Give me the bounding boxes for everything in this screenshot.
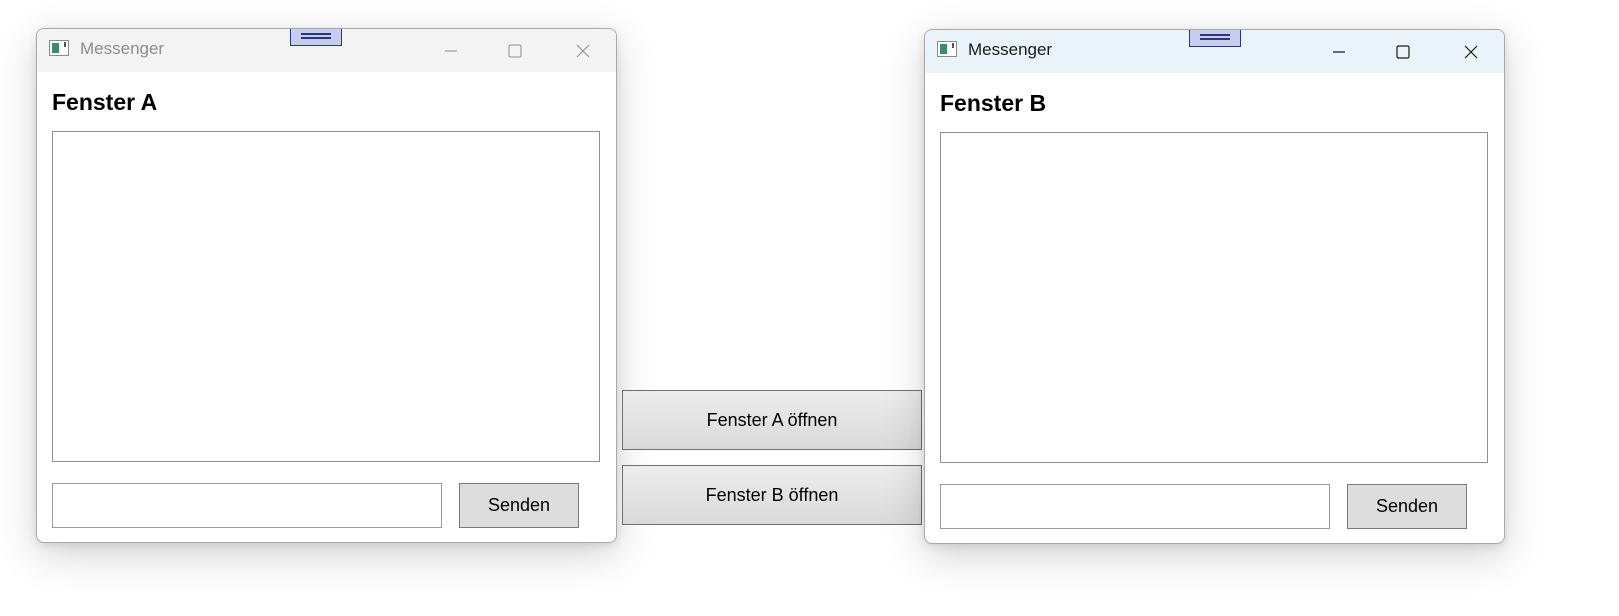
open-window-b-button[interactable]: Fenster B öffnen [622,465,922,525]
send-button[interactable]: Senden [1347,484,1467,529]
close-icon [576,44,590,57]
close-icon [1464,45,1478,58]
messenger-window-b[interactable]: Messenger Fenster B Senden [924,29,1505,544]
message-input[interactable] [52,483,442,528]
window-heading: Fenster A [52,89,158,115]
message-log[interactable] [940,132,1488,463]
open-window-a-button[interactable]: Fenster A öffnen [622,390,922,450]
drag-handle-icon[interactable] [1189,30,1241,47]
window-heading: Fenster B [940,90,1047,116]
messenger-window-a[interactable]: Messenger Fenster A Senden [36,28,617,543]
title-bar[interactable]: Messenger [925,30,1504,73]
maximize-button[interactable] [1380,30,1426,73]
window-title: Messenger [968,40,1053,59]
minimize-icon [1333,50,1345,53]
maximize-icon [508,44,522,57]
minimize-button[interactable] [1316,30,1362,73]
send-button[interactable]: Senden [459,483,579,528]
minimize-icon [445,50,457,51]
message-input[interactable] [940,484,1330,529]
maximize-button[interactable] [492,29,538,72]
app-icon [49,40,69,56]
title-bar[interactable]: Messenger [37,29,616,72]
window-title: Messenger [80,39,165,58]
minimize-button[interactable] [428,29,474,72]
close-button[interactable] [560,29,606,72]
drag-handle-icon[interactable] [290,29,342,46]
app-icon [937,41,957,57]
close-button[interactable] [1448,30,1494,73]
maximize-icon [1396,44,1410,59]
message-log[interactable] [52,131,600,462]
